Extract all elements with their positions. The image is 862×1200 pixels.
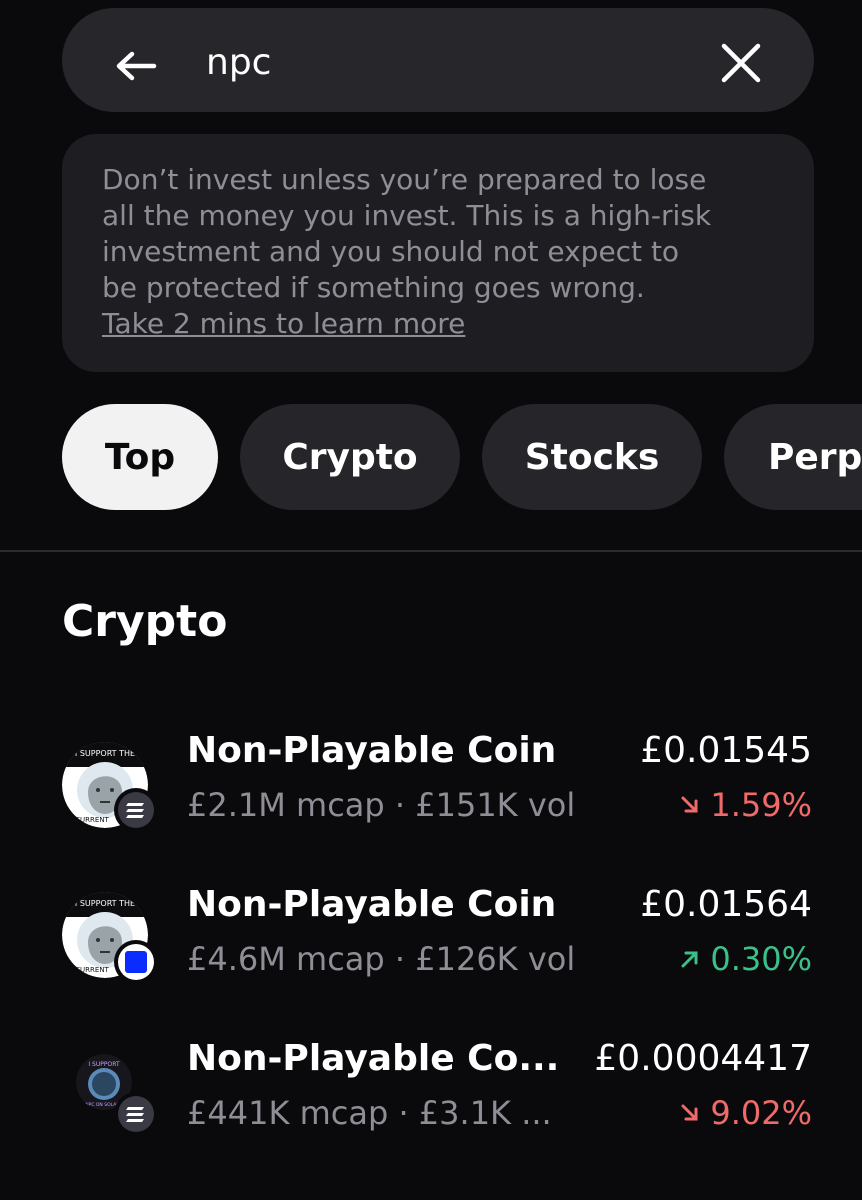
base-badge xyxy=(114,940,158,984)
coin-price: £0.01545 xyxy=(640,730,812,771)
clear-icon[interactable] xyxy=(718,40,764,86)
price-change: 1.59% xyxy=(678,786,812,824)
filter-tabs: Top Crypto Stocks Perp xyxy=(0,404,862,512)
arrow-up-right-icon xyxy=(681,951,698,968)
coin-name: Non-Playable Coin xyxy=(187,730,557,771)
coin-meta: £441K mcap · £3.1K ... xyxy=(187,1094,552,1132)
divider xyxy=(0,550,862,552)
warning-line: Don’t invest unless you’re prepared to l… xyxy=(102,163,707,196)
price-change: 9.02% xyxy=(678,1094,812,1132)
price-change-value: 1.59% xyxy=(710,786,812,824)
solana-badge xyxy=(114,788,158,832)
arrow-down-right-icon xyxy=(681,796,698,813)
search-bar xyxy=(62,8,814,112)
coin-meta: £4.6M mcap · £126K vol xyxy=(187,940,576,978)
base-icon xyxy=(118,944,154,980)
arrow-down-right-icon xyxy=(681,1104,698,1121)
solana-icon xyxy=(118,1096,154,1132)
tab-crypto[interactable]: Crypto xyxy=(240,404,460,510)
warning-line: investment and you should not expect to xyxy=(102,235,680,268)
tab-stocks[interactable]: Stocks xyxy=(482,404,702,510)
learn-more-link[interactable]: Take 2 mins to learn more xyxy=(102,306,465,342)
coin-meta: £2.1M mcap · £151K vol xyxy=(187,786,576,824)
solana-icon xyxy=(118,792,154,828)
tab-top[interactable]: Top xyxy=(62,404,218,510)
result-row[interactable]: I SUPPORT THE CURRENT Non-Playable Coin … xyxy=(0,884,862,1014)
result-row[interactable]: I SUPPORT NPC ON SOLANA Non-Playable Co.… xyxy=(0,1038,862,1168)
search-input[interactable] xyxy=(206,34,686,90)
avatar-text: I SUPPORT THE xyxy=(75,749,135,758)
price-change-value: 9.02% xyxy=(710,1094,812,1132)
avatar-text-bottom: CURRENT xyxy=(75,966,109,974)
avatar-text: I SUPPORT THE xyxy=(75,899,135,908)
avatar-text: I SUPPORT xyxy=(88,1061,120,1068)
section-title: Crypto xyxy=(62,596,228,647)
avatar-text-bottom: CURRENT xyxy=(75,816,109,824)
coin-name: Non-Playable Coin xyxy=(187,884,557,925)
coin-price: £0.0004417 xyxy=(594,1038,812,1079)
price-change: 0.30% xyxy=(678,940,812,978)
solana-badge xyxy=(114,1092,158,1136)
result-row[interactable]: I SUPPORT THE CURRENT Non-Playable Coin … xyxy=(0,730,862,860)
price-change-value: 0.30% xyxy=(710,940,812,978)
risk-warning: Don’t invest unless you’re prepared to l… xyxy=(62,134,814,372)
back-arrow-icon[interactable] xyxy=(114,46,158,86)
warning-line: be protected if something goes wrong. xyxy=(102,271,645,304)
warning-line: all the money you invest. This is a high… xyxy=(102,199,712,232)
coin-price: £0.01564 xyxy=(640,884,812,925)
coin-name: Non-Playable Co... xyxy=(187,1038,560,1079)
tab-perp[interactable]: Perp xyxy=(724,404,862,510)
